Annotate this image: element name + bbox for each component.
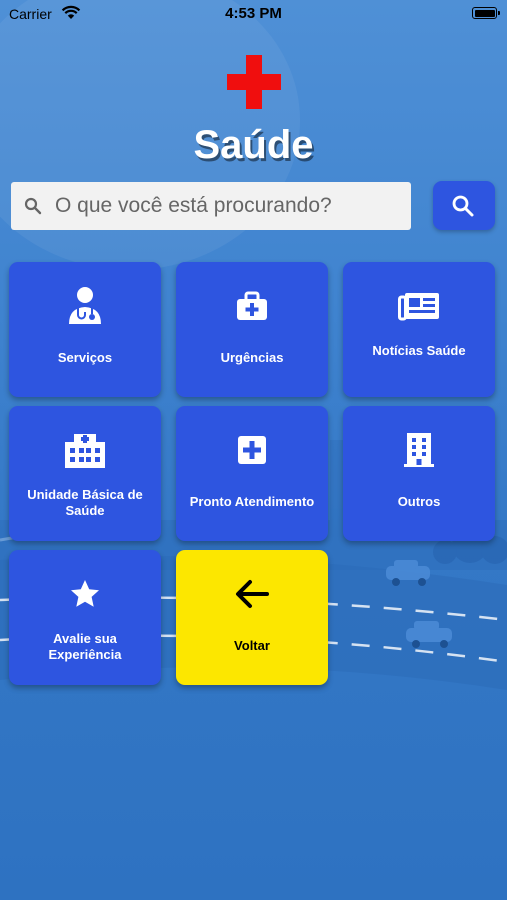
medical-kit-icon [176, 286, 328, 326]
tile-servicos[interactable]: Serviços [9, 262, 161, 397]
arrow-left-icon [176, 574, 328, 614]
tile-label: Voltar [234, 638, 270, 653]
search-bar[interactable] [11, 182, 411, 230]
tile-pronto-atendimento[interactable]: Pronto Atendimento [176, 406, 328, 541]
tile-avalie-sua-experiencia[interactable]: Avalie sua Experiência [9, 550, 161, 685]
hospital-icon [9, 430, 161, 470]
tile-voltar[interactable]: Voltar [176, 550, 328, 685]
newspaper-icon [343, 286, 495, 326]
app-title: Saúde [193, 123, 314, 167]
tile-label: Avalie sua Experiência [48, 631, 122, 662]
tile-label: Urgências [220, 350, 284, 365]
tile-label: Notícias Saúde [372, 343, 466, 358]
tile-noticias-saude[interactable]: Notícias Saúde [343, 262, 495, 397]
search-icon [452, 195, 474, 217]
tile-label: Serviços [57, 350, 113, 365]
tile-label: Unidade Básica de Saúde [27, 487, 143, 518]
status-bar: Carrier 4:53 PM [0, 0, 507, 28]
medical-cross-icon [176, 430, 328, 470]
red-cross-logo [227, 55, 281, 109]
tile-urgencias[interactable]: Urgências [176, 262, 328, 397]
tile-unidade-basica-de-saude[interactable]: Unidade Básica de Saúde [9, 406, 161, 541]
star-icon [9, 574, 161, 614]
search-icon [24, 197, 42, 220]
search-input[interactable] [55, 182, 400, 230]
tile-outros[interactable]: Outros [343, 406, 495, 541]
battery-icon [472, 7, 500, 19]
tile-label: Outros [397, 494, 441, 509]
search-button[interactable] [433, 181, 495, 230]
clock: 4:53 PM [225, 5, 282, 22]
doctor-icon [9, 286, 161, 326]
building-icon [343, 430, 495, 470]
tile-label: Pronto Atendimento [189, 494, 315, 509]
